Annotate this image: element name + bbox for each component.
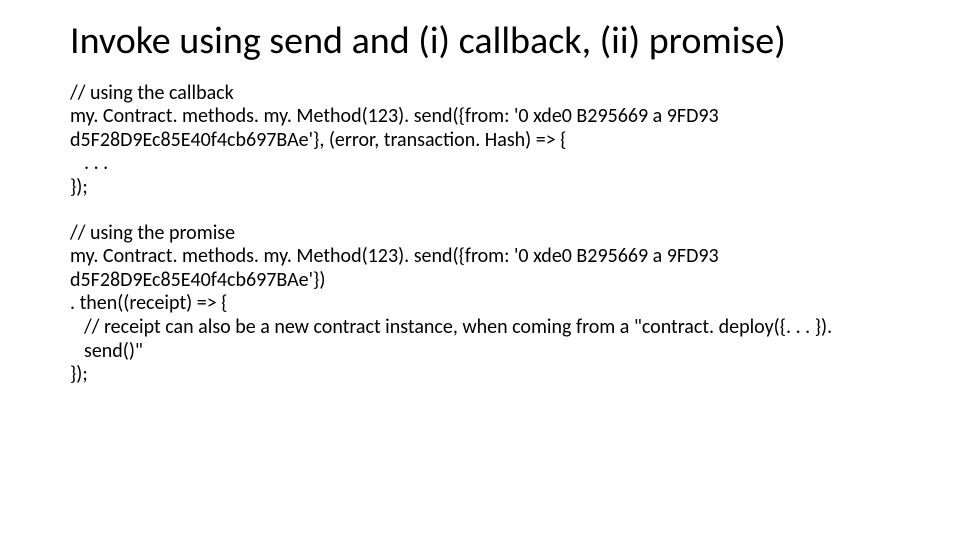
code-line: // receipt can also be a new contract in…: [70, 316, 890, 363]
slide: Invoke using send and (i) callback, (ii)…: [0, 0, 960, 540]
code-line: // using the callback: [70, 82, 890, 106]
code-line: . . .: [70, 152, 890, 176]
code-line: my. Contract. methods. my. Method(123). …: [70, 105, 890, 152]
code-block-promise: // using the promise my. Contract. metho…: [70, 222, 890, 387]
spacer: [70, 200, 890, 222]
slide-title: Invoke using send and (i) callback, (ii)…: [70, 20, 890, 64]
code-line: // using the promise: [70, 222, 890, 246]
code-line: . then((receipt) => {: [70, 292, 890, 316]
code-block-callback: // using the callback my. Contract. meth…: [70, 82, 890, 200]
code-line: my. Contract. methods. my. Method(123). …: [70, 245, 890, 292]
code-line: });: [70, 363, 890, 387]
code-line: });: [70, 176, 890, 200]
